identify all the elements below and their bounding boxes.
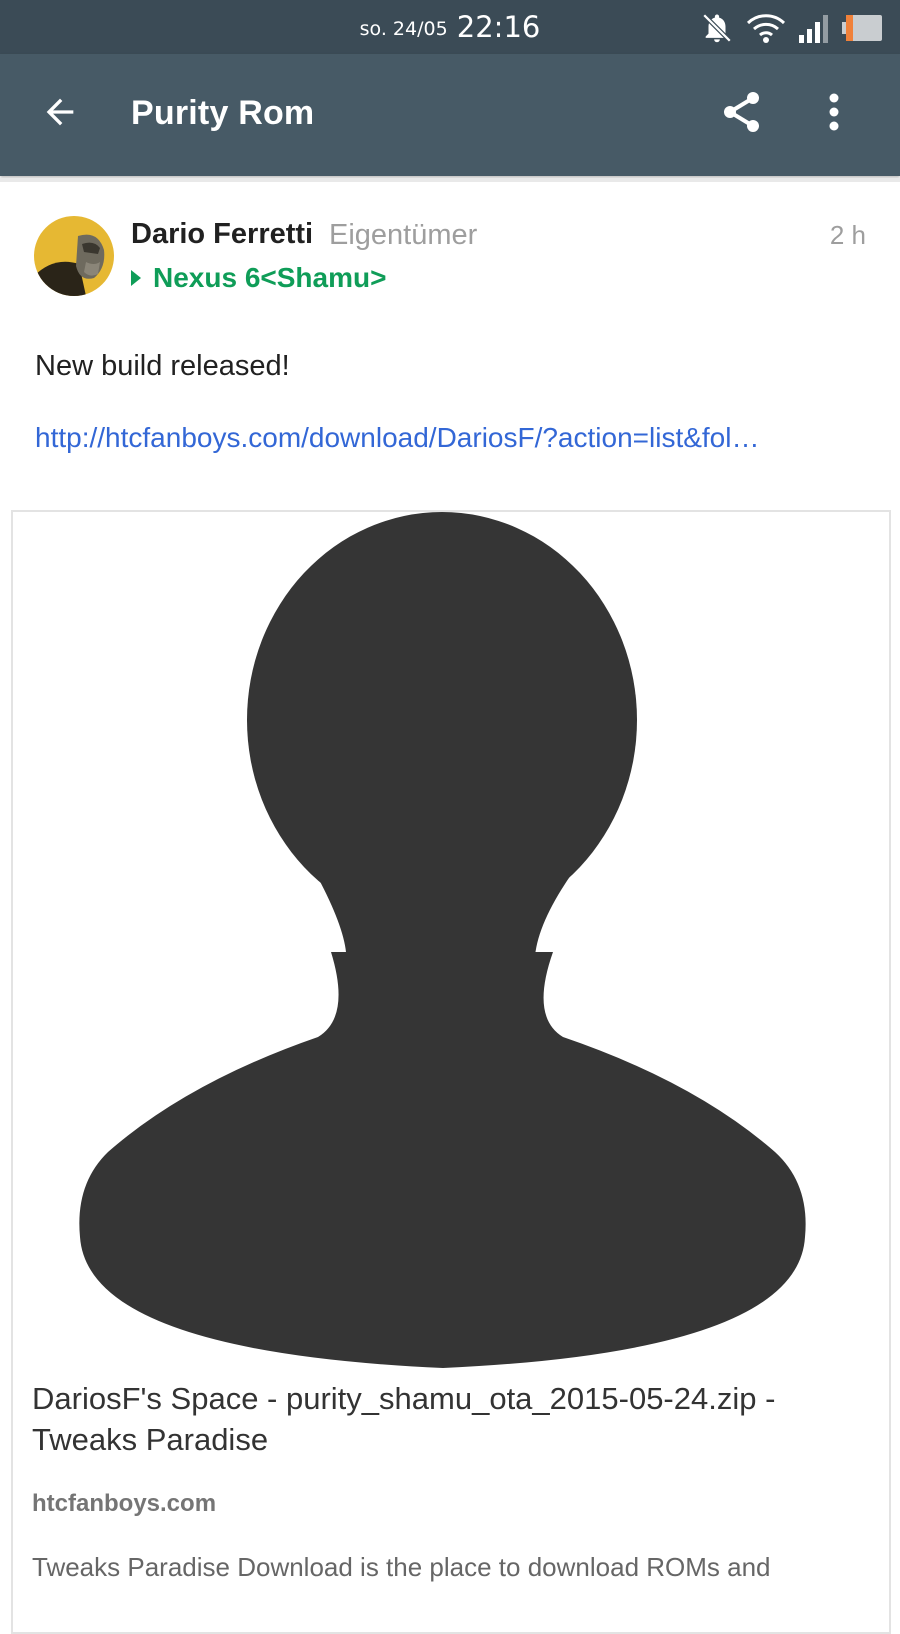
battery-icon (842, 14, 884, 42)
arrow-back-icon (40, 92, 80, 136)
cell-signal-icon (798, 13, 830, 43)
post: Dario Ferretti Eigentümer 2 h Nexus 6<Sh… (0, 182, 900, 1634)
avatar[interactable] (34, 216, 114, 296)
back-button[interactable] (30, 84, 90, 144)
wifi-icon (746, 12, 786, 44)
page-title: Purity Rom (131, 94, 315, 132)
post-link[interactable]: http://htcfanboys.com/download/DariosF/?… (35, 422, 847, 454)
card-description: Tweaks Paradise Download is the place to… (32, 1552, 771, 1582)
post-time: 2 h (829, 220, 866, 250)
category-arrow-icon (131, 270, 141, 286)
status-date: so. 24/05 (359, 18, 448, 40)
person-placeholder-icon (13, 512, 889, 1372)
author-name[interactable]: Dario Ferretti (131, 218, 313, 251)
card-domain: htcfanboys.com (32, 1490, 217, 1517)
post-text: New build released! (35, 350, 290, 382)
category-link[interactable]: Nexus 6<Shamu> (131, 262, 386, 294)
more-vert-icon (828, 92, 840, 136)
share-icon (720, 90, 764, 138)
share-button[interactable] (712, 84, 772, 144)
status-bar: so. 24/05 22:16 (0, 0, 900, 54)
status-time: 22:16 (456, 10, 541, 44)
category-label: Nexus 6<Shamu> (153, 262, 387, 293)
author-role: Eigentümer (329, 219, 478, 251)
link-preview-card[interactable]: DariosF's Space - purity_shamu_ota_2015-… (11, 510, 891, 1634)
card-title: DariosF's Space - purity_shamu_ota_2015-… (32, 1381, 776, 1457)
status-icons (700, 10, 884, 46)
app-bar: Purity Rom (0, 54, 900, 176)
notifications-off-icon (700, 11, 734, 45)
more-options-button[interactable] (806, 84, 862, 144)
